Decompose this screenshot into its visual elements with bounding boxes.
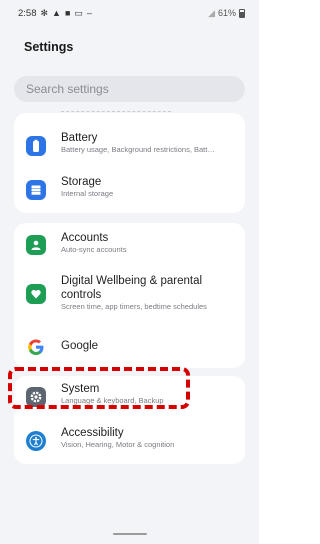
lock-icon: ■ [64,7,71,18]
wellbeing-icon [26,284,46,304]
item-subtitle: Screen time, app timers, bedtime schedul… [61,302,207,311]
item-label: Battery [61,132,98,144]
scrolled-item-remnant [61,111,171,115]
google-icon [26,337,46,357]
page-title: Settings [24,40,74,54]
settings-item-google[interactable]: Google [14,335,245,359]
signal-icon: ◢ [208,7,215,18]
storage-text: Storage Internal storage [61,175,239,199]
accounts-icon [26,235,46,255]
item-label: Accessibility [61,427,124,439]
search-input[interactable]: Search settings [14,76,245,102]
settings-item-storage[interactable]: Storage Internal storage [14,175,245,207]
settings-item-accessibility[interactable]: Accessibility Vision, Hearing, Motor & c… [14,426,245,458]
gesture-nav-bar[interactable] [113,533,147,535]
status-left: 2:58 ✻ ▲ ■ ▭ – [18,8,92,19]
settings-card-personal: Accounts Auto-sync accounts Digital Well… [14,223,245,368]
google-text: Google [61,339,239,353]
settings-item-accounts[interactable]: Accounts Auto-sync accounts [14,231,245,263]
battery-icon [26,136,46,156]
item-label-line2: controls [61,289,102,301]
dash-icon: – [86,7,92,18]
phone-screen: 2:58 ✻ ▲ ■ ▭ – ◢ 61% Settings Search set… [0,0,259,544]
settings-card-device: Battery Battery usage, Background restri… [14,111,245,213]
accessibility-text: Accessibility Vision, Hearing, Motor & c… [61,426,239,450]
item-label: Digital Wellbeing & parental [61,275,203,287]
item-label: Accounts [61,232,109,244]
accessibility-icon [26,431,46,451]
accounts-text: Accounts Auto-sync accounts [61,231,239,255]
wellbeing-text: Digital Wellbeing & parental controls Sc… [61,274,239,312]
item-label: Storage [61,176,102,188]
status-time: 2:58 [18,7,37,19]
gear-icon: ✻ [40,7,49,18]
status-bar: 2:58 ✻ ▲ ■ ▭ – ◢ 61% [0,0,259,26]
status-right: ◢ 61% [208,8,245,18]
item-subtitle: Auto-sync accounts [61,245,127,254]
search-placeholder: Search settings [26,82,109,96]
battery-status-icon [239,8,245,18]
settings-item-digital-wellbeing[interactable]: Digital Wellbeing & parental controls Sc… [14,274,245,320]
item-subtitle: Internal storage [61,189,114,198]
item-label: Google [61,340,99,352]
storage-icon [26,180,46,200]
item-subtitle: Vision, Hearing, Motor & cognition [61,440,175,449]
item-subtitle: Battery usage, Background restrictions, … [61,145,215,154]
battery-text: Battery Battery usage, Background restri… [61,131,239,155]
battery-percent: 61% [217,8,236,18]
warning-icon: ▲ [52,7,61,18]
notification-icon: ▭ [74,7,83,18]
system-highlight-box [8,367,190,409]
settings-item-battery[interactable]: Battery Battery usage, Background restri… [14,131,245,163]
